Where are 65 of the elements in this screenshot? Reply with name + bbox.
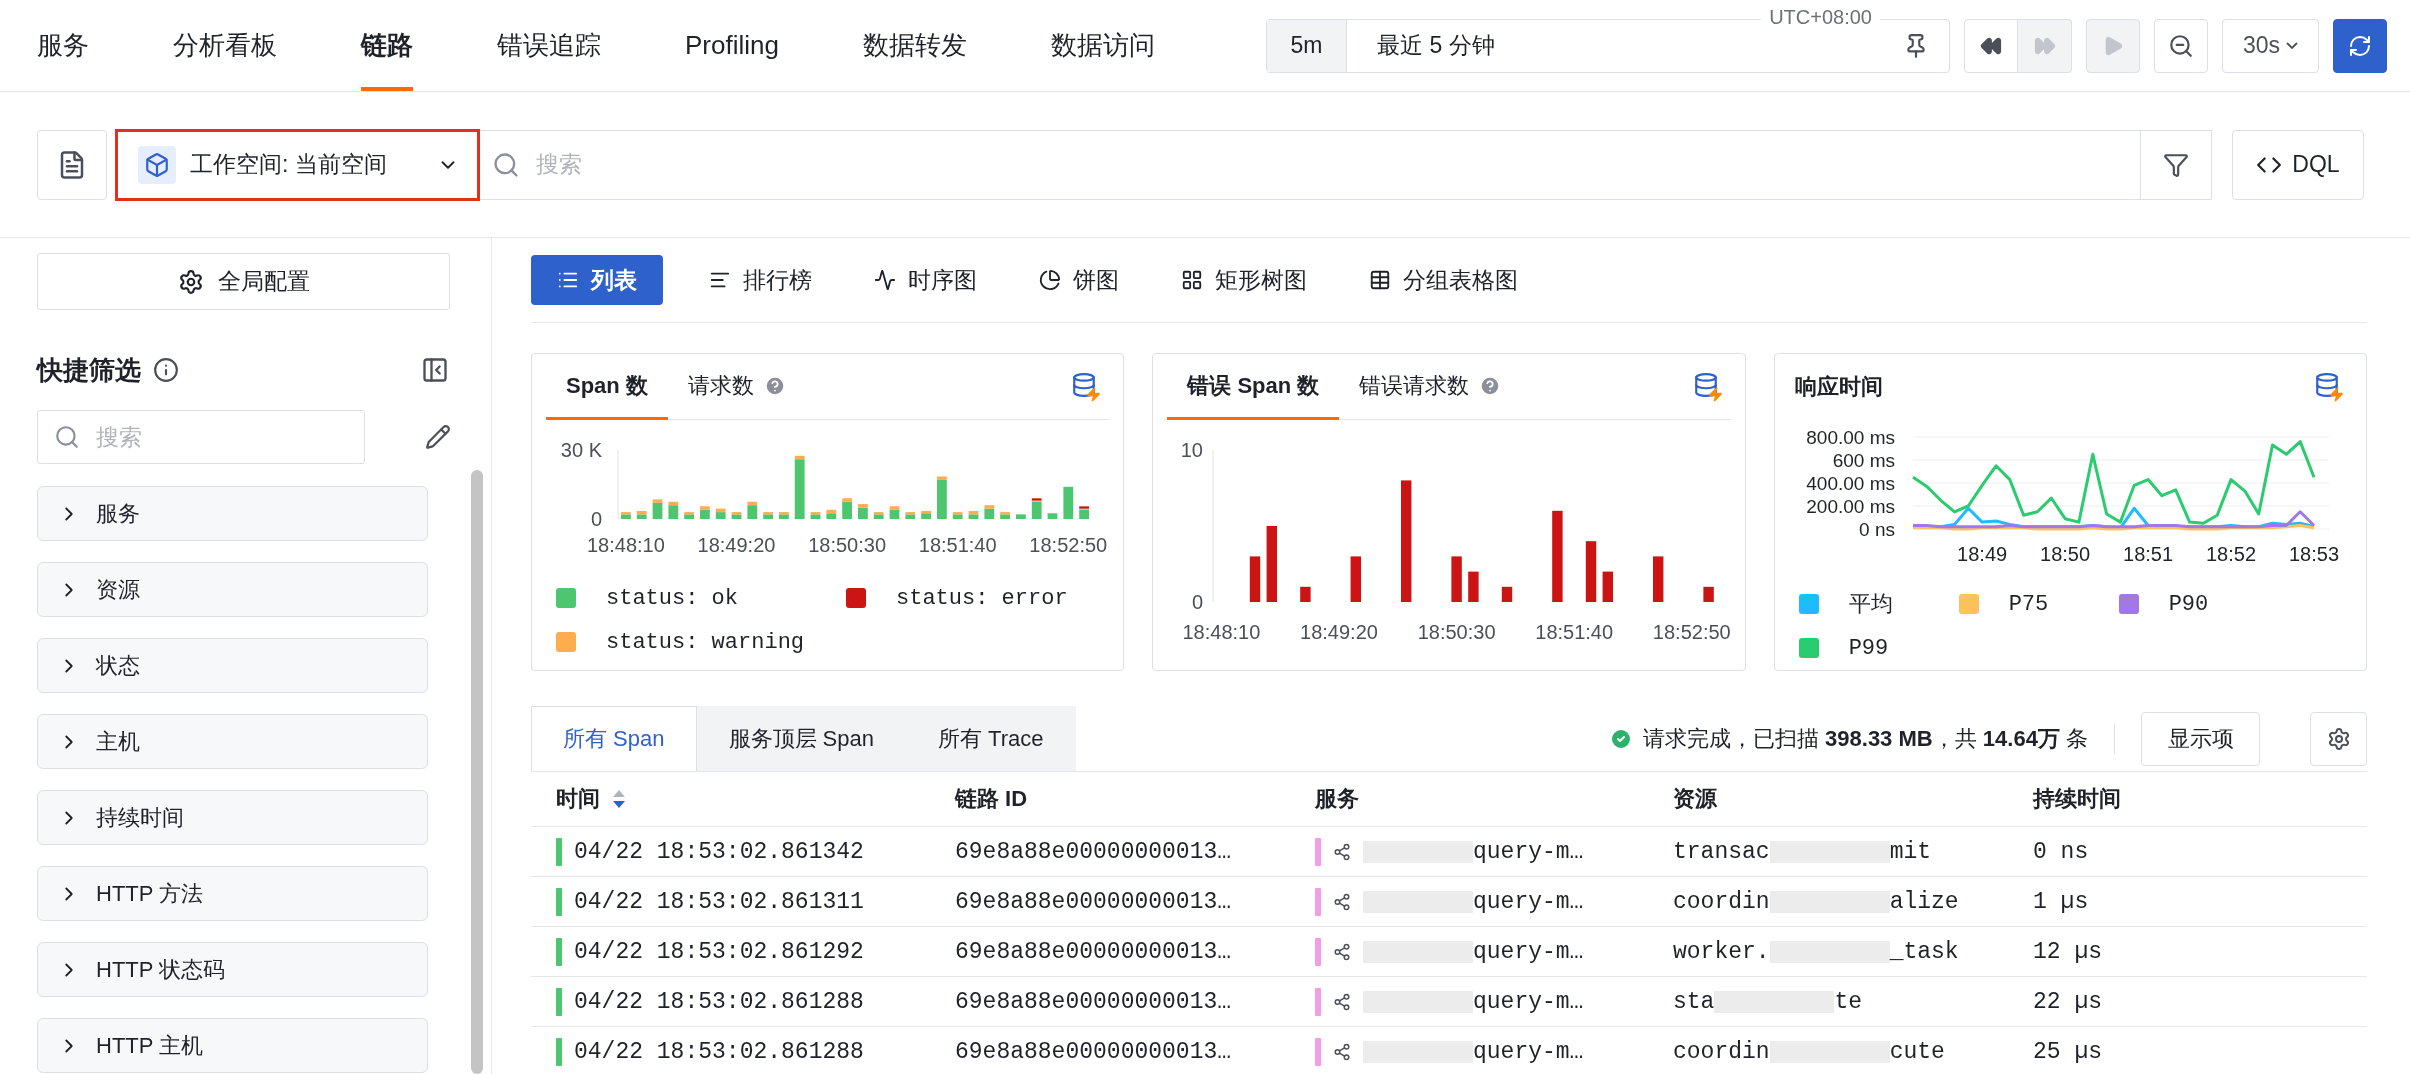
axis-label: 600 ms: [1832, 449, 1895, 471]
resource-text: alize: [1889, 888, 1959, 915]
axis-label: 200.00 ms: [1805, 495, 1895, 517]
legend-label: 平均: [1848, 592, 1893, 619]
chart-title: 响应时间: [1793, 372, 1883, 401]
trace-id-text: 69e8a88e00000000013…: [955, 1038, 1232, 1065]
resource-text: sta: [1673, 988, 1715, 1015]
duration-text: 1 µs: [2033, 888, 2089, 915]
service-text: query-m…: [1473, 888, 1584, 915]
duration-text: 22 µs: [2033, 988, 2102, 1015]
axis-label: 18:48:10: [1182, 621, 1261, 643]
axis-label: 18:52:50: [1029, 534, 1108, 556]
axis-label: 18:51:40: [1535, 621, 1614, 643]
legend-label: P75: [2008, 591, 2049, 617]
resource-text: cute: [1889, 1038, 1945, 1065]
time-text: 04/22 18:53:02.861342: [574, 838, 864, 865]
quick-filter-title: 快捷筛选: [37, 353, 141, 387]
service-text: query-m…: [1473, 988, 1584, 1015]
resource-text: te: [1834, 988, 1863, 1015]
axis-label: 18:53: [2288, 543, 2339, 565]
time-range-value: 最近 5 分钟: [1376, 31, 1496, 60]
legend-label: status: warning: [606, 629, 805, 655]
resource-text: mit: [1889, 838, 1932, 865]
axis-label: 18:52:50: [1653, 621, 1732, 643]
axis-label: 18:50: [2039, 543, 2090, 565]
axis-label: 18:51: [2122, 543, 2173, 565]
axis-label: 400.00 ms: [1805, 472, 1895, 494]
time-text: 04/22 18:53:02.861288: [574, 988, 864, 1015]
resource-text: _task: [1889, 938, 1959, 965]
query-status: 请求完成，已扫描 398.33 MB，共 14.64万 条: [1642, 724, 2088, 753]
time-text: 04/22 18:53:02.861288: [574, 1038, 864, 1065]
axis-label: 30 K: [560, 439, 602, 461]
legend-label: P99: [1848, 635, 1889, 661]
trace-id-text: 69e8a88e00000000013…: [955, 988, 1232, 1015]
axis-label: 18:51:40: [918, 534, 997, 556]
service-text: query-m…: [1473, 938, 1584, 965]
time-text: 04/22 18:53:02.861311: [574, 888, 864, 915]
axis-label: 18:49:20: [1300, 621, 1379, 643]
trace-id-text: 69e8a88e00000000013…: [955, 938, 1232, 965]
service-text: query-m…: [1473, 1038, 1584, 1065]
axis-label: 18:49:20: [697, 534, 776, 556]
trace-id-text: 69e8a88e00000000013…: [955, 888, 1232, 915]
duration-text: 12 µs: [2033, 938, 2102, 965]
axis-label: 0: [1192, 591, 1204, 613]
axis-label: 0 ns: [1858, 518, 1895, 540]
axis-label: 0: [590, 508, 602, 530]
axis-label: 18:50:30: [808, 534, 887, 556]
resource-text: worker.: [1673, 938, 1770, 965]
axis-label: 800.00 ms: [1805, 426, 1895, 448]
duration-text: 0 ns: [2033, 838, 2089, 865]
legend-label: P90: [2168, 591, 2209, 617]
service-text: query-m…: [1473, 838, 1584, 865]
legend-label: status: ok: [606, 585, 739, 611]
duration-text: 25 µs: [2033, 1038, 2102, 1065]
axis-label: 18:50:30: [1418, 621, 1496, 643]
legend-label: status: error: [896, 585, 1068, 611]
axis-label: 18:49: [1956, 543, 2007, 565]
axis-label: 18:52: [2205, 543, 2256, 565]
resource-text: coordin: [1673, 888, 1770, 915]
trace-id-text: 69e8a88e00000000013…: [955, 838, 1232, 865]
resource-text: coordin: [1673, 1038, 1770, 1065]
time-text: 04/22 18:53:02.861292: [574, 938, 864, 965]
resource-text: transac: [1673, 838, 1770, 865]
axis-label: 18:48:10: [586, 534, 665, 556]
axis-label: 10: [1181, 439, 1204, 461]
